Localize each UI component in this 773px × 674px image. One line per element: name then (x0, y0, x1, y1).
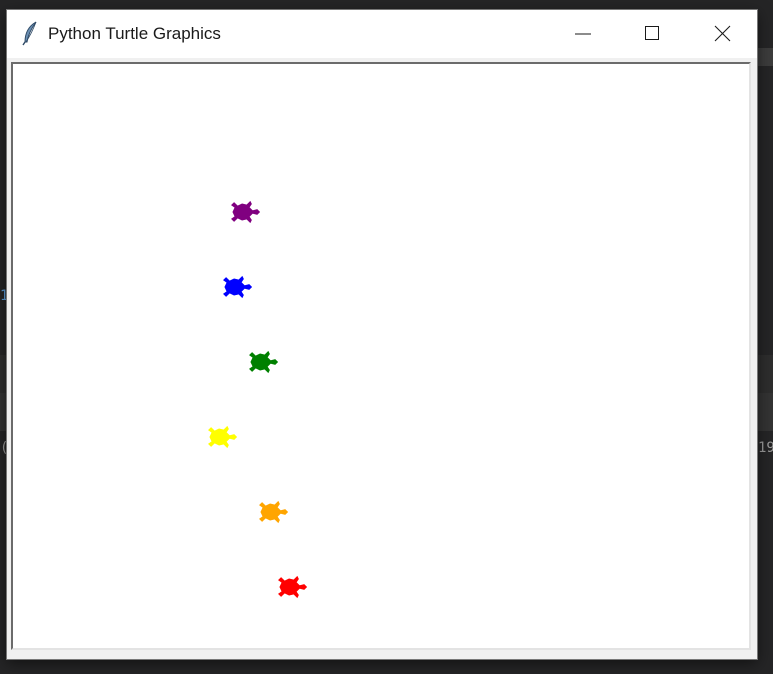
turtle-green (249, 350, 279, 374)
turtle-orange (259, 500, 289, 524)
turtle-shape (249, 350, 279, 374)
minimize-icon (575, 33, 591, 35)
minimize-button[interactable] (547, 10, 617, 58)
turtle-shape (231, 200, 261, 224)
turtle-canvas[interactable] (13, 64, 749, 648)
close-icon (714, 25, 731, 42)
turtle-canvas-area[interactable] (11, 62, 751, 650)
background-text-fragment: 19 (758, 440, 773, 456)
background-editor-strip (755, 48, 773, 66)
maximize-button[interactable] (617, 10, 687, 58)
turtle-red (278, 575, 308, 599)
turtle-shape (223, 275, 253, 299)
turtle-shape (278, 575, 308, 599)
turtle-window: Python Turtle Graphics (7, 10, 757, 659)
close-button[interactable] (687, 10, 757, 58)
turtle-yellow (208, 425, 238, 449)
turtle-shape (259, 500, 289, 524)
feather-icon (19, 20, 43, 46)
title-bar[interactable]: Python Turtle Graphics (7, 10, 757, 58)
window-title: Python Turtle Graphics (48, 24, 221, 43)
turtle-purple (231, 200, 261, 224)
maximize-icon (645, 26, 659, 40)
turtle-blue (223, 275, 253, 299)
turtle-shape (208, 425, 238, 449)
